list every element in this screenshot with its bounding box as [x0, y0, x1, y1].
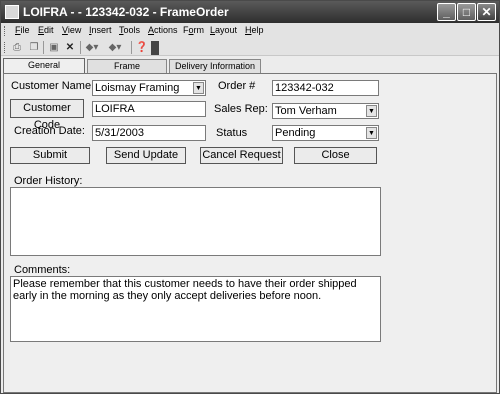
help-icon[interactable]: ❓	[135, 41, 149, 54]
general-information-panel: Customer Name Loismay Framing ▼ Order # …	[3, 73, 497, 393]
tab-delivery-information[interactable]: Delivery Information	[169, 59, 261, 73]
order-history-label: Order History:	[14, 175, 83, 187]
customer-name-select[interactable]: Loismay Framing ▼	[92, 80, 206, 96]
comments-textarea[interactable]: Please remember that this customer needs…	[10, 276, 381, 342]
chevron-down-icon[interactable]: ▼	[193, 82, 204, 94]
toolbar: ⎙ ❐ ▣ ✕ ◆▾ ◆▾ ❓	[1, 39, 499, 56]
maximize-button[interactable]: □	[457, 3, 476, 21]
menu-actions[interactable]: Actions	[148, 25, 178, 35]
chevron-down-icon[interactable]: ▼	[366, 127, 377, 139]
order-number-label: Order #	[218, 80, 256, 92]
order-number-field[interactable]: 123342-032	[272, 80, 379, 96]
menu-bar: File Edit View Insert Tools Actions Form…	[1, 23, 499, 39]
minimize-button[interactable]: _	[437, 3, 456, 21]
copy-icon[interactable]: ❐	[27, 41, 41, 54]
menu-grip-icon	[4, 26, 6, 36]
sales-rep-label: Sales Rep:	[214, 103, 268, 115]
customer-name-label: Customer Name	[11, 80, 92, 92]
save-icon[interactable]: ▣	[47, 41, 61, 54]
title-bar[interactable]: LOIFRA - - 123342-032 - FrameOrder _ □ ✕	[1, 1, 499, 23]
app-icon	[5, 5, 19, 19]
cancel-request-button[interactable]: Cancel Request	[200, 147, 283, 164]
toolbar-separator	[131, 41, 132, 54]
customer-name-value: Loismay Framing	[95, 82, 180, 94]
status-select[interactable]: Pending ▼	[272, 125, 379, 141]
frame-order-window: LOIFRA - - 123342-032 - FrameOrder _ □ ✕…	[0, 0, 500, 394]
close-window-button[interactable]: ✕	[477, 3, 496, 21]
order-history-textarea[interactable]	[10, 187, 381, 256]
toolbar-grip-icon	[4, 42, 6, 53]
tab-frame-information[interactable]: Frame Information	[87, 59, 167, 83]
status-label: Status	[216, 127, 248, 139]
creation-date-field[interactable]: 5/31/2003	[92, 125, 206, 141]
menu-edit[interactable]: Edit	[38, 25, 54, 35]
window-title: LOIFRA - - 123342-032 - FrameOrder	[23, 5, 229, 19]
back-icon[interactable]: ◆▾	[85, 41, 99, 54]
close-button[interactable]: Close	[294, 147, 377, 164]
customer-code-button[interactable]: Customer Code	[10, 99, 84, 131]
toolbar-separator	[80, 41, 81, 54]
menu-form[interactable]: Form	[183, 25, 204, 35]
menu-layout[interactable]: Layout	[210, 25, 237, 35]
menu-view[interactable]: View	[62, 25, 81, 35]
status-value: Pending	[275, 127, 316, 139]
menu-insert[interactable]: Insert	[89, 25, 112, 35]
menu-help[interactable]: Help	[245, 25, 264, 35]
tab-general-information[interactable]: General Information	[3, 58, 85, 82]
sales-rep-value: Tom Verham	[275, 105, 337, 117]
menu-file[interactable]: File	[15, 25, 30, 35]
sales-rep-select[interactable]: Tom Verham ▼	[272, 103, 379, 119]
toolbar-options-icon[interactable]	[151, 41, 159, 55]
chevron-down-icon[interactable]: ▼	[366, 105, 377, 117]
send-update-button[interactable]: Send Update	[106, 147, 186, 164]
delete-icon[interactable]: ✕	[63, 41, 77, 54]
forward-icon[interactable]: ◆▾	[108, 41, 122, 54]
submit-button[interactable]: Submit	[10, 147, 90, 164]
comments-label: Comments:	[14, 264, 71, 276]
toolbar-separator	[43, 41, 44, 54]
customer-code-field[interactable]: LOIFRA	[92, 101, 206, 117]
creation-date-label: Creation Date:	[14, 125, 85, 137]
print-icon[interactable]: ⎙	[10, 41, 24, 54]
menu-tools[interactable]: Tools	[119, 25, 140, 35]
